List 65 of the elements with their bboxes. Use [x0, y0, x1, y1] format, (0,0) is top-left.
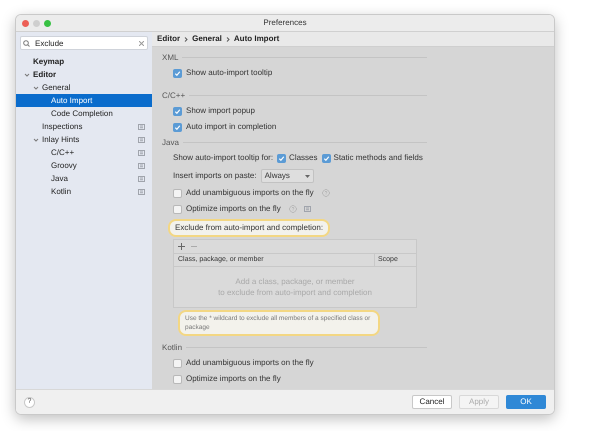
section-title: C/C++	[162, 90, 186, 102]
checkbox-label: Show auto-import tooltip	[186, 67, 272, 79]
settings-badge-icon	[138, 124, 145, 130]
chevron-right-icon	[226, 36, 230, 42]
settings-badge-icon	[138, 188, 145, 194]
section-title: Java	[162, 136, 179, 148]
checkbox-label: Static methods and fields	[334, 152, 423, 164]
settings-badge-icon	[138, 150, 145, 156]
close-icon[interactable]	[22, 20, 29, 26]
clear-icon[interactable]	[139, 40, 144, 46]
option-label: Insert imports on paste:	[173, 170, 257, 182]
checkbox-label: Optimize imports on the fly	[186, 373, 281, 385]
tree-item[interactable]: General	[16, 81, 152, 94]
tree-item[interactable]: Editor	[16, 68, 152, 81]
checkbox[interactable]	[277, 154, 286, 162]
breadcrumb-item[interactable]: Editor	[157, 33, 180, 45]
dropdown-arrow-icon	[304, 174, 310, 178]
zoom-icon[interactable]	[44, 20, 51, 26]
plus-icon[interactable]	[178, 243, 185, 250]
window-title: Preferences	[263, 17, 307, 29]
chevron-down-icon[interactable]	[33, 84, 39, 90]
checkbox[interactable]	[322, 154, 330, 162]
settings-badge-icon	[138, 136, 145, 142]
settings-badge-icon	[138, 176, 145, 182]
breadcrumb-item[interactable]: Auto Import	[234, 33, 280, 45]
checkbox-label: Auto import in completion	[186, 121, 276, 133]
settings-badge-icon	[138, 162, 145, 168]
chevron-down-icon[interactable]	[33, 136, 39, 142]
chevron-right-icon	[184, 36, 188, 42]
tree-item[interactable]: Inspections	[16, 120, 152, 133]
help-icon[interactable]	[288, 205, 297, 213]
tree-item[interactable]: Code Completion	[16, 107, 152, 120]
checkbox[interactable]	[173, 374, 182, 384]
tree-item[interactable]: Java	[16, 172, 152, 185]
tree-item[interactable]: Kotlin	[16, 185, 152, 198]
tree-item[interactable]: C/C++	[16, 146, 152, 159]
breadcrumb-item[interactable]: General	[192, 33, 222, 45]
tree-item[interactable]: Auto Import	[16, 94, 152, 107]
paste-dropdown[interactable]: Always	[260, 169, 314, 183]
checkbox[interactable]	[173, 358, 182, 368]
minus-icon	[191, 243, 197, 250]
checkbox[interactable]	[173, 188, 182, 198]
option-label: Show auto-import tooltip for:	[173, 152, 274, 164]
tree-item[interactable]: Inlay Hints	[16, 133, 152, 146]
checkbox-label: Show import popup	[186, 105, 255, 117]
chevron-down-icon[interactable]	[24, 72, 30, 78]
checkbox-label: Add unambiguous imports on the fly	[186, 357, 314, 369]
checkbox[interactable]	[173, 106, 182, 116]
checkbox-label: Optimize imports on the fly	[186, 203, 281, 215]
dialog-button[interactable]: Cancel	[412, 395, 452, 409]
section-title: Kotlin	[162, 342, 182, 354]
dialog-button[interactable]: OK	[506, 395, 546, 409]
search-field[interactable]: Exclude	[20, 36, 148, 50]
tree-item[interactable]: Groovy	[16, 159, 152, 172]
exclude-heading: Exclude from auto-import and completion:	[168, 219, 330, 237]
checkbox[interactable]	[173, 122, 182, 132]
tree-item[interactable]: Keymap	[16, 55, 152, 68]
checkbox-label: Add unambiguous imports on the fly	[186, 187, 314, 199]
search-icon	[23, 40, 31, 46]
checkbox-label: Classes	[289, 152, 318, 164]
checkbox[interactable]	[173, 68, 182, 78]
section-title: XML	[162, 52, 178, 64]
checkbox[interactable]	[173, 204, 182, 214]
minimize-icon	[33, 20, 40, 26]
help-icon[interactable]	[322, 189, 330, 197]
